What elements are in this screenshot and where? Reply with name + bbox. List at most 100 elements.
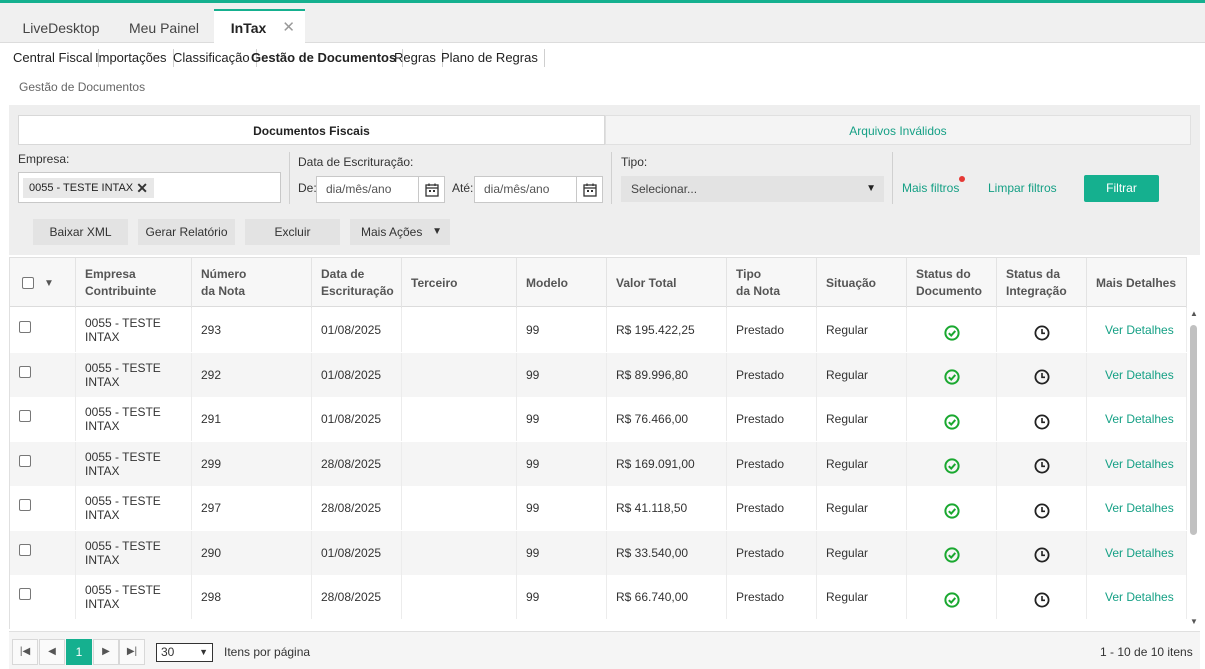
- row-checkbox[interactable]: [19, 543, 31, 556]
- status-documento-cell: [907, 486, 997, 530]
- col-status-integracao[interactable]: Status da Integração: [997, 258, 1087, 308]
- nav-central-fiscal[interactable]: Central Fiscal: [13, 49, 100, 67]
- date-from-input[interactable]: dia/mês/ano: [316, 176, 445, 203]
- scroll-down-icon[interactable]: ▼: [1190, 617, 1198, 626]
- calendar-icon[interactable]: [576, 177, 602, 202]
- cell-situacao: Regular: [817, 397, 907, 441]
- excluir-button[interactable]: Excluir: [245, 219, 340, 245]
- nav-classificacao[interactable]: Classificação: [173, 49, 257, 67]
- col-valor-total[interactable]: Valor Total: [607, 258, 727, 308]
- remove-chip-icon[interactable]: ✕: [136, 178, 148, 198]
- ver-detalhes-link[interactable]: Ver Detalhes: [1105, 590, 1174, 604]
- nav-gestao-documentos[interactable]: Gestão de Documentos: [251, 49, 404, 67]
- col-terceiro[interactable]: Terceiro: [402, 258, 517, 308]
- check-circle-icon: [943, 547, 960, 566]
- row-checkbox[interactable]: [19, 499, 31, 511]
- vertical-scrollbar[interactable]: ▲ ▼: [1187, 307, 1200, 629]
- table-row[interactable]: 0055 - TESTE INTAX 298 28/08/2025 99 R$ 66.7…: [10, 575, 1187, 620]
- tab-documentos-fiscais[interactable]: Documentos Fiscais: [18, 115, 605, 145]
- check-circle-icon: [943, 369, 960, 388]
- select-all-checkbox[interactable]: [22, 277, 34, 289]
- cell-numero: 290: [192, 530, 312, 575]
- table-row[interactable]: 0055 - TESTE INTAX 299 28/08/2025 99 R$ 169.…: [10, 441, 1187, 486]
- empresa-field[interactable]: 0055 - TESTE INTAX ✕: [18, 172, 281, 203]
- col-tipo-nota[interactable]: Tipo da Nota: [727, 258, 817, 308]
- table-row[interactable]: 0055 - TESTE INTAX 291 01/08/2025 99 R$ 76.4…: [10, 397, 1187, 442]
- cell-terceiro: [402, 575, 517, 619]
- breadcrumb: Gestão de Documentos: [19, 80, 146, 94]
- tab-meu-painel[interactable]: Meu Painel: [114, 9, 214, 43]
- ver-detalhes-link[interactable]: Ver Detalhes: [1105, 323, 1174, 337]
- row-checkbox[interactable]: [19, 588, 31, 600]
- cell-valor: R$ 195.422,25: [607, 308, 727, 352]
- nav-regras[interactable]: Regras: [394, 49, 443, 67]
- row-checkbox[interactable]: [19, 454, 31, 467]
- clock-icon: [1034, 547, 1050, 566]
- col-modelo[interactable]: Modelo: [517, 258, 607, 308]
- empresa-chip: 0055 - TESTE INTAX ✕: [23, 178, 154, 198]
- prev-page-icon[interactable]: ◀: [39, 639, 65, 665]
- nav-plano-regras[interactable]: Plano de Regras: [441, 49, 545, 67]
- scroll-up-icon[interactable]: ▲: [1190, 309, 1198, 318]
- cell-modelo: 99: [517, 352, 607, 397]
- clock-icon: [1034, 503, 1050, 522]
- col-numero[interactable]: Número da Nota: [192, 258, 312, 308]
- col-empresa[interactable]: Empresa Contribuinte: [76, 258, 192, 308]
- cell-empresa: 0055 - TESTE INTAX: [76, 308, 192, 352]
- caret-down-icon[interactable]: ▼: [44, 275, 54, 292]
- tab-intax[interactable]: InTax ✕: [214, 9, 305, 43]
- mais-filtros-link[interactable]: Mais filtros: [902, 181, 959, 195]
- col-status-documento[interactable]: Status do Documento: [907, 258, 997, 308]
- ver-detalhes-link[interactable]: Ver Detalhes: [1105, 412, 1174, 426]
- empresa-label: Empresa:: [18, 152, 70, 166]
- last-page-icon[interactable]: ▶|: [119, 639, 145, 665]
- ver-detalhes-link[interactable]: Ver Detalhes: [1105, 457, 1174, 471]
- table-row[interactable]: 0055 - TESTE INTAX 292 01/08/2025 99 R$ 89.9…: [10, 352, 1187, 397]
- col-data[interactable]: Data de Escrituração: [312, 258, 402, 308]
- cell-data: 01/08/2025: [312, 308, 402, 352]
- cell-data: 01/08/2025: [312, 397, 402, 441]
- caret-down-icon: ▼: [432, 226, 442, 237]
- page-1-button[interactable]: 1: [66, 639, 92, 665]
- baixar-xml-button[interactable]: Baixar XML: [33, 219, 128, 245]
- limpar-filtros-link[interactable]: Limpar filtros: [988, 181, 1057, 195]
- cell-modelo: 99: [517, 530, 607, 575]
- close-icon[interactable]: ✕: [282, 11, 295, 45]
- first-page-icon[interactable]: |◀: [12, 639, 38, 665]
- module-nav: Central Fiscal Importações Classificação…: [0, 43, 1205, 73]
- filtrar-button[interactable]: Filtrar: [1084, 175, 1159, 202]
- table-row[interactable]: 0055 - TESTE INTAX 293 01/08/2025 99 R$ 195.…: [10, 308, 1187, 353]
- status-documento-cell: [907, 352, 997, 397]
- check-circle-icon: [943, 413, 960, 433]
- next-page-icon[interactable]: ▶: [93, 639, 119, 665]
- row-checkbox[interactable]: [19, 365, 31, 378]
- table-row[interactable]: 0055 - TESTE INTAX 297 28/08/2025 99 R$ 41.1…: [10, 486, 1187, 531]
- col-situacao[interactable]: Situação: [817, 258, 907, 308]
- mais-acoes-dropdown[interactable]: Mais Ações ▼: [350, 219, 450, 245]
- date-to-input[interactable]: dia/mês/ano: [474, 176, 603, 203]
- cell-data: 01/08/2025: [312, 352, 402, 397]
- scroll-thumb[interactable]: [1190, 325, 1197, 535]
- ver-detalhes-link[interactable]: Ver Detalhes: [1105, 501, 1174, 515]
- ver-detalhes-link[interactable]: Ver Detalhes: [1105, 368, 1174, 382]
- table-row[interactable]: 0055 - TESTE INTAX 290 01/08/2025 99 R$ 33.5…: [10, 530, 1187, 575]
- tab-livedesktop[interactable]: LiveDesktop: [8, 9, 114, 43]
- ver-detalhes-link[interactable]: Ver Detalhes: [1105, 546, 1174, 560]
- data-escrituracao-label: Data de Escrituração:: [298, 155, 414, 169]
- tab-arquivos-invalidos[interactable]: Arquivos Inválidos: [605, 115, 1191, 145]
- row-checkbox[interactable]: [19, 410, 31, 422]
- tipo-select[interactable]: Selecionar... ▼: [621, 176, 884, 202]
- cell-situacao: Regular: [817, 486, 907, 530]
- de-label: De:: [298, 181, 317, 195]
- cell-data: 28/08/2025: [312, 486, 402, 530]
- row-select-cell: [10, 308, 76, 352]
- calendar-icon[interactable]: [418, 177, 444, 202]
- nav-importacoes[interactable]: Importações: [95, 49, 174, 67]
- gerar-relatorio-button[interactable]: Gerar Relatório: [138, 219, 235, 245]
- caret-down-icon: ▼: [866, 183, 876, 194]
- divider: [892, 152, 893, 204]
- cell-modelo: 99: [517, 308, 607, 352]
- row-checkbox[interactable]: [19, 321, 31, 333]
- cell-empresa: 0055 - TESTE INTAX: [76, 530, 192, 575]
- per-page-select[interactable]: 30 ▼: [156, 643, 213, 662]
